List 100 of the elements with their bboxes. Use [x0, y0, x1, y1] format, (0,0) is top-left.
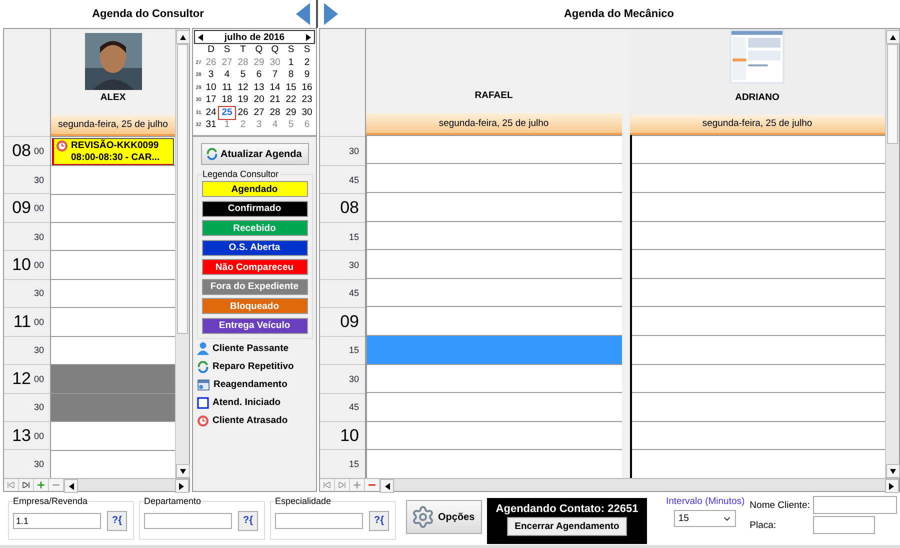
calendar-day[interactable]: 4	[267, 119, 283, 132]
calendar-day[interactable]: 31	[203, 119, 219, 132]
calendar-day[interactable]: 11	[219, 82, 235, 94]
time-slot[interactable]	[632, 134, 885, 164]
calendar-day[interactable]: 30	[267, 56, 283, 69]
calendar-day[interactable]: 26	[235, 106, 251, 119]
right-arrow-icon[interactable]	[324, 3, 338, 25]
remove-button[interactable]	[49, 479, 64, 491]
calendar-day[interactable]: 10	[203, 82, 219, 94]
calendar-day[interactable]: 7	[267, 69, 283, 82]
options-button[interactable]: Opções	[406, 500, 482, 534]
horizontal-scrollbar[interactable]	[64, 479, 189, 491]
interval-select[interactable]: 15	[674, 510, 736, 527]
time-slot[interactable]	[51, 165, 175, 194]
calendar-day[interactable]: 9	[299, 69, 315, 82]
calendar-day[interactable]: 23	[299, 94, 315, 106]
calendar-day[interactable]: 3	[251, 119, 267, 132]
time-slot[interactable]	[367, 163, 622, 192]
calendar-day[interactable]: 1	[219, 119, 235, 132]
time-slot[interactable]	[632, 364, 885, 392]
scroll-thumb[interactable]	[177, 44, 188, 334]
vertical-scrollbar[interactable]	[885, 29, 899, 478]
horizontal-scrollbar[interactable]	[380, 479, 899, 491]
calendar-day[interactable]: 14	[267, 82, 283, 94]
calendar-day[interactable]: 1	[283, 56, 299, 69]
calendar-day[interactable]: 27	[251, 106, 267, 119]
time-slot[interactable]	[367, 364, 622, 392]
calendar-day[interactable]: 21	[267, 94, 283, 106]
time-slot[interactable]	[367, 134, 622, 164]
calendar-day[interactable]: 27	[219, 56, 235, 69]
time-slot[interactable]	[367, 306, 622, 336]
last-record-button[interactable]	[19, 479, 34, 491]
end-scheduling-button[interactable]: Encerrar Agendamento	[506, 517, 628, 536]
calendar-day[interactable]: 2	[299, 56, 315, 69]
calendar-day[interactable]: 4	[219, 69, 235, 82]
calendar-day[interactable]: 26	[203, 56, 219, 69]
calendar-day[interactable]: 29	[283, 106, 299, 119]
time-slot[interactable]	[632, 192, 885, 221]
time-slot[interactable]	[632, 278, 885, 306]
time-slot[interactable]	[632, 420, 885, 450]
time-slot[interactable]	[632, 306, 885, 336]
time-slot[interactable]	[367, 278, 622, 306]
scroll-thumb[interactable]	[887, 44, 898, 144]
time-slot[interactable]	[367, 192, 622, 221]
calendar-day[interactable]: 29	[251, 56, 267, 69]
time-slot[interactable]	[367, 392, 622, 421]
time-slot[interactable]	[632, 449, 885, 478]
time-slot[interactable]	[632, 163, 885, 192]
calendar-day[interactable]: 24	[203, 106, 219, 119]
time-slot[interactable]	[367, 449, 622, 478]
calendar-day[interactable]: 17	[203, 94, 219, 106]
calendar-day[interactable]: 8	[283, 69, 299, 82]
remove-button[interactable]	[365, 479, 380, 491]
calendar-day[interactable]: 22	[283, 94, 299, 106]
lookup-button[interactable]: ?{	[238, 510, 258, 530]
time-slot[interactable]	[51, 307, 175, 336]
plate-field[interactable]	[812, 516, 875, 534]
calendar-day[interactable]: 28	[267, 106, 283, 119]
time-slot[interactable]	[51, 278, 175, 308]
time-slot[interactable]	[632, 335, 885, 364]
calendar-day[interactable]: 12	[235, 82, 251, 94]
time-slot[interactable]	[367, 220, 622, 250]
time-slot[interactable]	[367, 249, 622, 278]
time-slot[interactable]	[367, 420, 622, 450]
calendar-day[interactable]: 16	[299, 82, 315, 94]
first-record-button[interactable]	[320, 479, 335, 491]
calendar-day[interactable]: 18	[219, 94, 235, 106]
calendar-day[interactable]: 28	[235, 56, 251, 69]
time-slot[interactable]	[51, 250, 175, 279]
client-name-field[interactable]	[812, 496, 897, 514]
calendar-day[interactable]: 5	[235, 69, 251, 82]
calendar-day[interactable]: 5	[283, 119, 299, 132]
mechanic-name: ADRIANO	[735, 92, 780, 103]
date-header: segunda-feira, 25 de julho	[51, 114, 175, 136]
calendar-day[interactable]: 30	[299, 106, 315, 119]
time-slot[interactable]	[51, 336, 175, 364]
text-field[interactable]	[275, 512, 363, 528]
calendar-day[interactable]: 2	[235, 119, 251, 132]
calendar-day[interactable]: 6	[251, 69, 267, 82]
left-arrow-icon[interactable]	[296, 3, 310, 25]
calendar-day[interactable]: 13	[251, 82, 267, 94]
vertical-scrollbar[interactable]	[175, 29, 189, 478]
calendar-day[interactable]: 6	[299, 119, 315, 132]
lookup-button[interactable]: ?{	[107, 510, 127, 530]
calendar-day[interactable]: 25	[219, 106, 235, 119]
lookup-button[interactable]: ?{	[369, 510, 389, 530]
time-slot[interactable]	[632, 249, 885, 278]
calendar-day[interactable]: 20	[251, 94, 267, 106]
time-slot[interactable]	[632, 220, 885, 250]
calendar-day[interactable]: 3	[203, 69, 219, 82]
text-field[interactable]: 1.1	[13, 512, 101, 528]
calendar-day[interactable]: 19	[235, 94, 251, 106]
add-button[interactable]	[350, 479, 365, 491]
text-field[interactable]	[144, 512, 232, 528]
refresh-button[interactable]: Atualizar Agenda	[200, 143, 308, 165]
time-slot[interactable]	[51, 421, 175, 450]
time-slot[interactable]	[51, 222, 175, 250]
calendar-day[interactable]: 15	[283, 82, 299, 94]
time-slot[interactable]	[632, 392, 885, 421]
time-slot[interactable]	[51, 194, 175, 222]
